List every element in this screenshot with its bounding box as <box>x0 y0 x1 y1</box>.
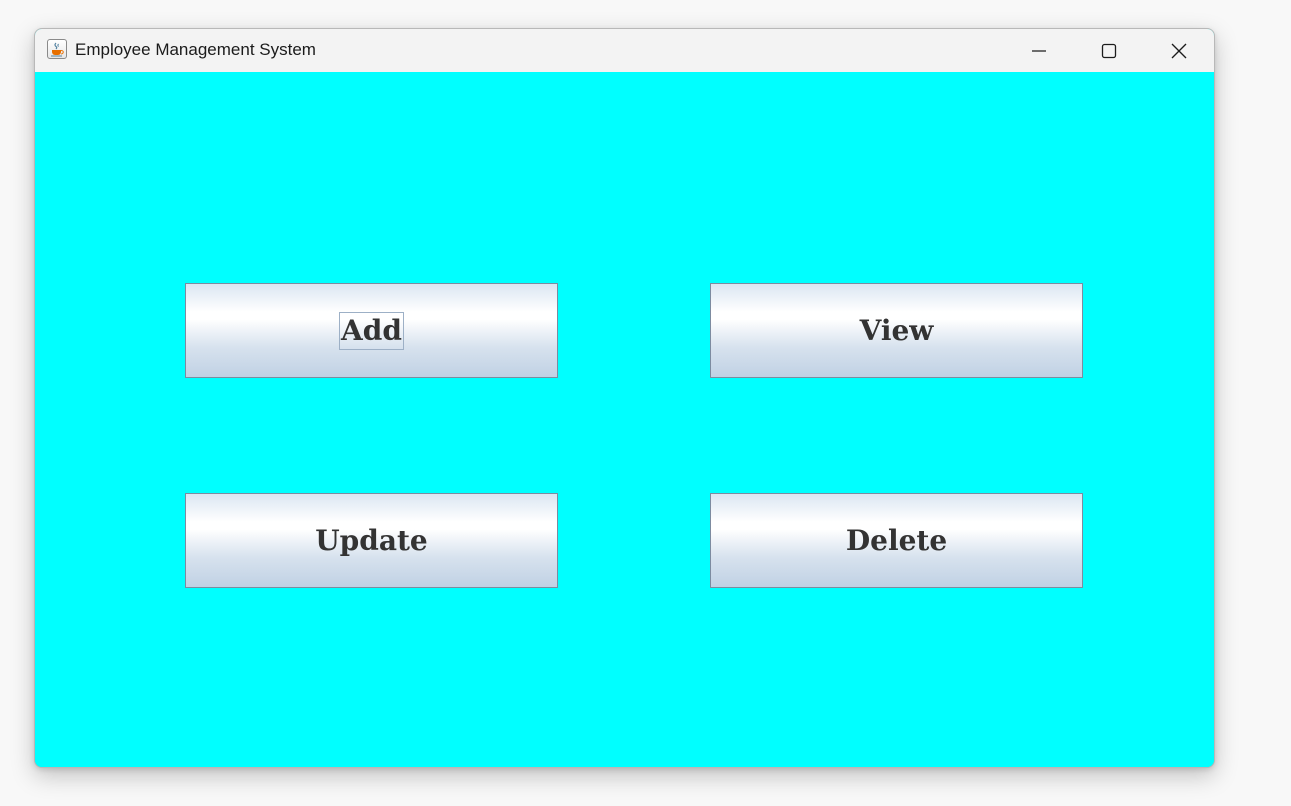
add-button[interactable]: Add <box>185 283 558 378</box>
minimize-icon <box>1032 49 1046 52</box>
title-bar[interactable]: Employee Management System <box>35 29 1214 72</box>
add-button-label: Add <box>339 311 404 350</box>
delete-button[interactable]: Delete <box>710 493 1083 588</box>
view-button[interactable]: View <box>710 283 1083 378</box>
java-cup-icon <box>47 39 67 59</box>
view-button-label: View <box>859 314 934 347</box>
window-controls <box>1004 29 1214 72</box>
close-button[interactable] <box>1144 29 1214 72</box>
maximize-button[interactable] <box>1074 29 1144 72</box>
update-button-label: Update <box>315 524 428 557</box>
app-window: Employee Management System Add View Upda… <box>34 28 1215 768</box>
minimize-button[interactable] <box>1004 29 1074 72</box>
desktop: Employee Management System Add View Upda… <box>0 0 1291 806</box>
delete-button-label: Delete <box>845 524 948 557</box>
close-icon <box>1171 43 1187 58</box>
window-title: Employee Management System <box>75 40 316 59</box>
update-button[interactable]: Update <box>185 493 558 588</box>
main-panel: Add View Update Delete <box>35 72 1214 767</box>
maximize-icon <box>1101 43 1117 58</box>
